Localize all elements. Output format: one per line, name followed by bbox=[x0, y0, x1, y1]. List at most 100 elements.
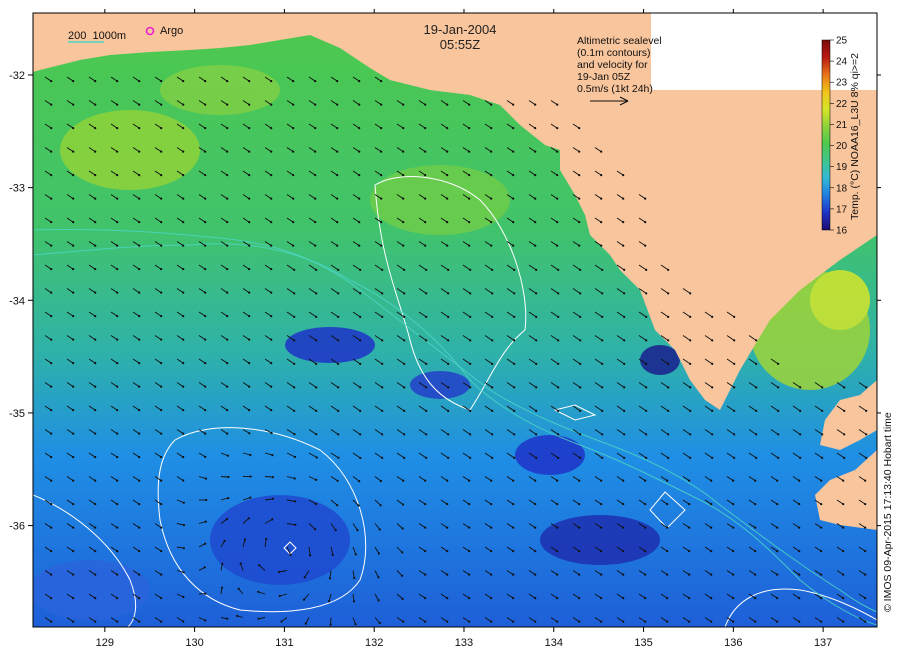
velocity-arrow-head bbox=[425, 339, 427, 341]
velocity-arrow-head bbox=[711, 363, 713, 365]
velocity-arrow-head bbox=[248, 292, 250, 294]
velocity-arrow-head bbox=[667, 316, 669, 318]
velocity-arrow-head bbox=[378, 599, 380, 601]
velocity-arrow-head bbox=[160, 362, 162, 364]
velocity-arrow-head bbox=[116, 386, 118, 388]
x-tick-label: 130 bbox=[185, 637, 203, 649]
velocity-arrow-head bbox=[601, 339, 603, 341]
cool-patch bbox=[540, 515, 660, 565]
velocity-arrow-head bbox=[50, 104, 52, 106]
velocity-arrow-head bbox=[710, 550, 712, 552]
velocity-arrow-head bbox=[72, 480, 74, 482]
velocity-arrow-head bbox=[425, 410, 427, 412]
velocity-arrow-head bbox=[710, 597, 712, 599]
velocity-arrow-head bbox=[227, 476, 229, 478]
velocity-arrow-head bbox=[622, 527, 624, 529]
velocity-arrow-head bbox=[316, 456, 318, 458]
velocity-arrow-head bbox=[248, 174, 250, 176]
velocity-arrow-head bbox=[534, 503, 536, 505]
velocity-arrow-head bbox=[557, 386, 559, 388]
velocity-arrow-head bbox=[50, 621, 52, 623]
velocity-arrow-head bbox=[271, 454, 273, 456]
velocity-arrow-head bbox=[600, 503, 602, 505]
velocity-arrow-head bbox=[182, 479, 184, 481]
velocity-arrow-head bbox=[116, 221, 118, 223]
velocity-arrow-head bbox=[601, 316, 603, 318]
velocity-arrow-head bbox=[94, 362, 96, 364]
velocity-arrow-head bbox=[798, 597, 800, 599]
velocity-arrow-head bbox=[622, 480, 624, 482]
velocity-arrow-head bbox=[424, 621, 426, 623]
velocity-arrow-head bbox=[864, 550, 866, 552]
velocity-arrow-head bbox=[292, 80, 294, 82]
velocity-arrow-head bbox=[622, 574, 624, 576]
velocity-arrow-head bbox=[644, 527, 646, 529]
velocity-arrow-head bbox=[468, 597, 470, 599]
velocity-arrow-head bbox=[645, 410, 647, 412]
velocity-arrow-head bbox=[600, 221, 602, 223]
velocity-arrow-head bbox=[359, 386, 361, 388]
velocity-arrow-head bbox=[754, 527, 756, 529]
velocity-arrow-head bbox=[248, 245, 250, 247]
velocity-arrow-head bbox=[280, 620, 282, 622]
argo-legend-label: Argo bbox=[160, 25, 183, 37]
velocity-arrow-head bbox=[94, 104, 96, 106]
velocity-arrow-head bbox=[359, 410, 361, 412]
velocity-arrow-head bbox=[513, 339, 515, 341]
velocity-arrow-head bbox=[645, 363, 647, 365]
velocity-arrow-head bbox=[270, 268, 272, 270]
velocity-arrow-head bbox=[491, 433, 493, 435]
velocity-arrow-head bbox=[244, 538, 246, 540]
velocity-arrow-head bbox=[446, 597, 448, 599]
velocity-arrow-head bbox=[358, 174, 360, 176]
velocity-arrow-head bbox=[403, 410, 405, 412]
velocity-arrow-head bbox=[535, 339, 537, 341]
velocity-arrow-head bbox=[293, 386, 295, 388]
velocity-arrow-head bbox=[309, 554, 311, 556]
velocity-arrow-head bbox=[578, 151, 580, 153]
velocity-arrow-head bbox=[446, 104, 448, 106]
velocity-arrow-head bbox=[226, 315, 228, 317]
velocity-arrow-head bbox=[240, 562, 242, 564]
velocity-arrow-head bbox=[446, 550, 448, 552]
velocity-arrow-head bbox=[359, 363, 361, 365]
velocity-arrow-head bbox=[248, 339, 250, 341]
velocity-arrow-head bbox=[842, 550, 844, 552]
velocity-arrow-head bbox=[843, 386, 845, 388]
x-tick-label: 135 bbox=[634, 637, 652, 649]
velocity-arrow-head bbox=[535, 269, 537, 271]
velocity-arrow-head bbox=[204, 409, 206, 411]
velocity-arrow-head bbox=[270, 245, 272, 247]
velocity-arrow-head bbox=[380, 174, 382, 176]
velocity-arrow-head bbox=[72, 245, 74, 247]
velocity-arrow-head bbox=[94, 503, 96, 505]
velocity-arrow-head bbox=[490, 245, 492, 247]
velocity-arrow-head bbox=[293, 410, 295, 412]
velocity-arrow-head bbox=[447, 386, 449, 388]
velocity-arrow-head bbox=[204, 104, 206, 106]
velocity-arrow-head bbox=[622, 550, 624, 552]
velocity-arrow-head bbox=[755, 363, 757, 365]
map-date: 19-Jan-2004 bbox=[424, 22, 497, 37]
velocity-arrow-head bbox=[710, 621, 712, 623]
velocity-arrow-head bbox=[623, 339, 625, 341]
velocity-arrow-head bbox=[644, 480, 646, 482]
velocity-arrow-head bbox=[424, 527, 426, 529]
velocity-arrow-head bbox=[138, 292, 140, 294]
velocity-arrow-head bbox=[380, 504, 382, 506]
velocity-arrow-head bbox=[50, 339, 52, 341]
velocity-arrow-head bbox=[601, 386, 603, 388]
velocity-arrow-head bbox=[116, 104, 118, 106]
velocity-arrow-head bbox=[335, 529, 337, 531]
velocity-arrow-head bbox=[601, 269, 603, 271]
velocity-arrow-head bbox=[336, 198, 338, 200]
velocity-arrow-head bbox=[491, 363, 493, 365]
velocity-arrow-head bbox=[94, 550, 96, 552]
velocity-arrow-head bbox=[358, 221, 360, 223]
velocity-arrow-head bbox=[116, 174, 118, 176]
velocity-arrow-head bbox=[226, 362, 228, 364]
velocity-arrow-head bbox=[305, 623, 307, 625]
velocity-arrow-head bbox=[116, 339, 118, 341]
velocity-arrow-head bbox=[820, 597, 822, 599]
velocity-arrow-head bbox=[623, 386, 625, 388]
